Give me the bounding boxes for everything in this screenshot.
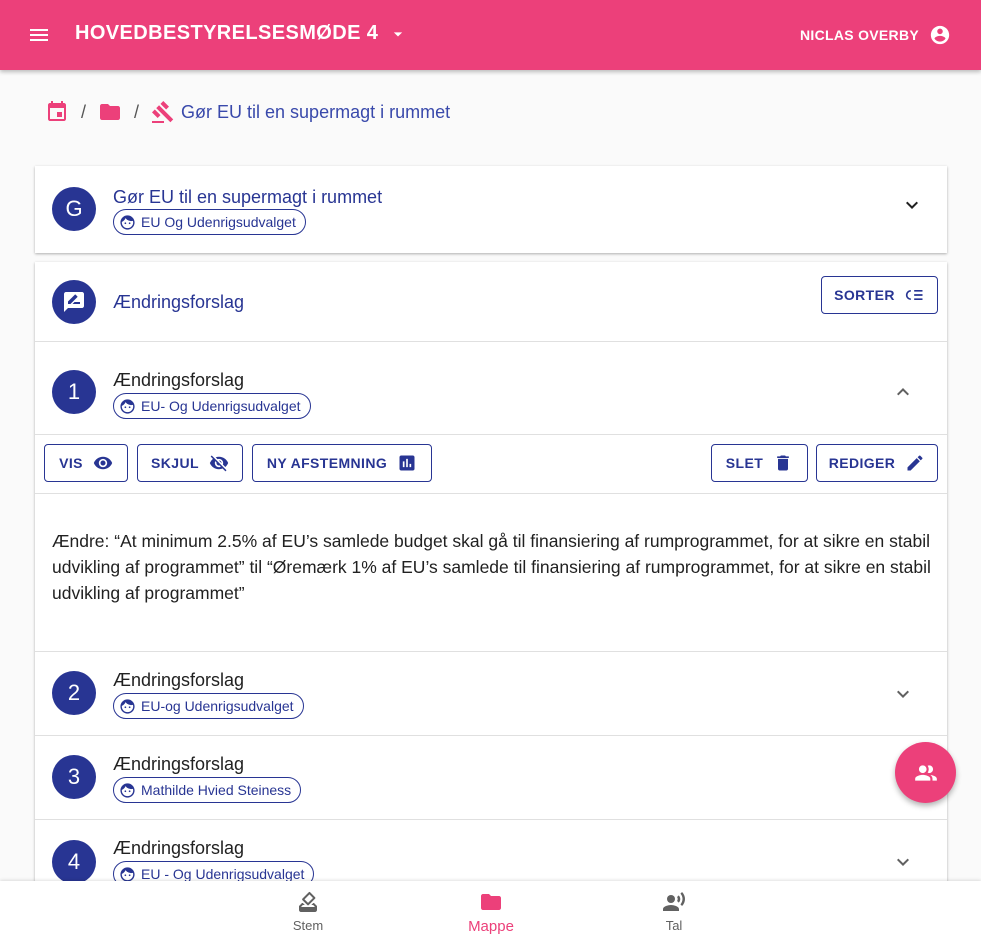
agenda-item-avatar: G bbox=[52, 187, 96, 231]
amendment-row[interactable]: 4 Ændringsforslag EU - Og Udenrigsudvalg… bbox=[35, 819, 947, 882]
proposer-name: EU Og Udenrigsudvalget bbox=[141, 214, 296, 230]
hide-button-label: SKJUL bbox=[151, 455, 199, 471]
new-vote-button[interactable]: NY AFSTEMNING bbox=[252, 444, 432, 482]
amendments-section-avatar bbox=[52, 280, 96, 324]
proposer-name: EU-og Udenrigsudvalget bbox=[141, 698, 294, 714]
meeting-selector[interactable]: HOVEDBESTYRELSESMØDE 4 bbox=[75, 22, 408, 45]
face-icon bbox=[119, 698, 141, 715]
chevron-down-icon[interactable] bbox=[891, 850, 915, 874]
user-menu[interactable]: NICLAS OVERBY bbox=[800, 24, 951, 46]
face-icon bbox=[119, 782, 141, 799]
proposer-name: Mathilde Hvied Steiness bbox=[141, 782, 292, 798]
amendment-number: 1 bbox=[52, 370, 96, 414]
eye-icon bbox=[93, 453, 113, 473]
nav-item-tal[interactable]: Tal bbox=[614, 890, 734, 933]
proposer-chip: EU- Og Udenrigsudvalget bbox=[113, 393, 311, 419]
new-vote-button-label: NY AFSTEMNING bbox=[266, 455, 388, 471]
amendment-title: Ændringsforslag bbox=[113, 370, 245, 390]
app-bar: HOVEDBESTYRELSESMØDE 4 NICLAS OVERBY bbox=[0, 0, 981, 70]
amendment-number: 2 bbox=[52, 671, 96, 715]
poll-icon bbox=[397, 453, 417, 473]
face-icon bbox=[119, 398, 141, 415]
edit-button[interactable]: REDIGER bbox=[816, 444, 938, 482]
edit-button-label: REDIGER bbox=[828, 455, 896, 471]
face-icon bbox=[119, 866, 141, 883]
sort-button-label: SORTER bbox=[834, 287, 895, 303]
delete-button-label: SLET bbox=[725, 455, 764, 471]
amendment-row[interactable]: 3 Ændringsforslag Mathilde Hvied Steines… bbox=[35, 735, 947, 819]
proposer-chip: Mathilde Hvied Steiness bbox=[113, 777, 302, 803]
caret-down-icon bbox=[388, 24, 408, 44]
nav-label: Mappe bbox=[468, 918, 514, 935]
proposer-chip: EU Og Udenrigsudvalget bbox=[113, 209, 306, 235]
menu-icon[interactable] bbox=[27, 23, 51, 47]
pencil-icon bbox=[905, 453, 925, 473]
user-name: NICLAS OVERBY bbox=[799, 27, 919, 43]
proposer-chip: EU-og Udenrigsudvalget bbox=[113, 693, 304, 719]
rate-review-icon bbox=[62, 290, 86, 314]
account-circle-icon bbox=[919, 24, 951, 46]
amendments-section-title: Ændringsforslag bbox=[113, 292, 245, 312]
breadcrumb-current[interactable]: Gør EU til en supermagt i rummet bbox=[181, 102, 450, 123]
delete-button[interactable]: SLET bbox=[711, 444, 808, 482]
meeting-title: HOVEDBESTYRELSESMØDE 4 bbox=[75, 22, 379, 44]
chevron-up-icon[interactable] bbox=[891, 380, 915, 404]
nav-item-mappe[interactable]: Mappe bbox=[431, 890, 551, 935]
amendment-number: 4 bbox=[52, 840, 96, 882]
agenda-item-card: G Gør EU til en supermagt i rummet EU Og… bbox=[35, 166, 947, 253]
amendment-actions: VIS SKJUL NY AFSTEMNING SLET REDIGER bbox=[35, 434, 947, 493]
amendment-row[interactable]: 1 Ændringsforslag EU- Og Udenrigsudvalge… bbox=[35, 341, 947, 434]
breadcrumb-separator: / bbox=[134, 101, 140, 122]
agenda-item-title: Gør EU til en supermagt i rummet bbox=[113, 187, 383, 207]
gavel-icon bbox=[151, 100, 175, 124]
show-button-label: VIS bbox=[59, 455, 83, 471]
breadcrumb-separator: / bbox=[81, 101, 87, 122]
calendar-icon[interactable] bbox=[45, 100, 69, 124]
breadcrumb: / / Gør EU til en supermagt i rummet bbox=[45, 100, 450, 124]
face-icon bbox=[119, 214, 141, 231]
show-button[interactable]: VIS bbox=[44, 444, 128, 482]
nav-label: Tal bbox=[665, 918, 683, 933]
trash-icon bbox=[773, 453, 793, 473]
folder-icon[interactable] bbox=[98, 100, 122, 124]
sort-list-icon bbox=[905, 285, 925, 305]
speaker-icon bbox=[662, 890, 686, 918]
chevron-down-icon[interactable] bbox=[891, 682, 915, 706]
amendment-text: Ændre: “At minimum 2.5% af EU’s samlede … bbox=[52, 531, 931, 603]
amendments-card: Ændringsforslag SORTER 1 Ændringsforslag… bbox=[35, 262, 947, 882]
amendment-title: Ændringsforslag bbox=[113, 838, 245, 858]
amendment-title: Ændringsforslag bbox=[113, 754, 245, 774]
eye-off-icon bbox=[209, 453, 229, 473]
amendment-row[interactable]: 2 Ændringsforslag EU-og Udenrigsudvalget bbox=[35, 651, 947, 735]
chevron-down-icon[interactable] bbox=[900, 193, 924, 217]
bottom-navigation: Stem Mappe Tal bbox=[0, 881, 981, 941]
proposer-name: EU - Og Udenrigsudvalget bbox=[141, 866, 305, 882]
hide-button[interactable]: SKJUL bbox=[137, 444, 243, 482]
proposer-name: EU- Og Udenrigsudvalget bbox=[141, 398, 301, 414]
proposer-chip: EU - Og Udenrigsudvalget bbox=[113, 861, 315, 883]
amendment-title: Ændringsforslag bbox=[113, 670, 245, 690]
nav-label: Stem bbox=[292, 918, 324, 933]
folder-icon bbox=[479, 890, 503, 918]
nav-item-stem[interactable]: Stem bbox=[248, 890, 368, 933]
participants-fab[interactable] bbox=[895, 742, 956, 803]
people-icon bbox=[913, 760, 939, 786]
sort-button[interactable]: SORTER bbox=[821, 276, 938, 314]
ballot-box-icon bbox=[296, 890, 320, 918]
amendment-number: 3 bbox=[52, 755, 96, 799]
